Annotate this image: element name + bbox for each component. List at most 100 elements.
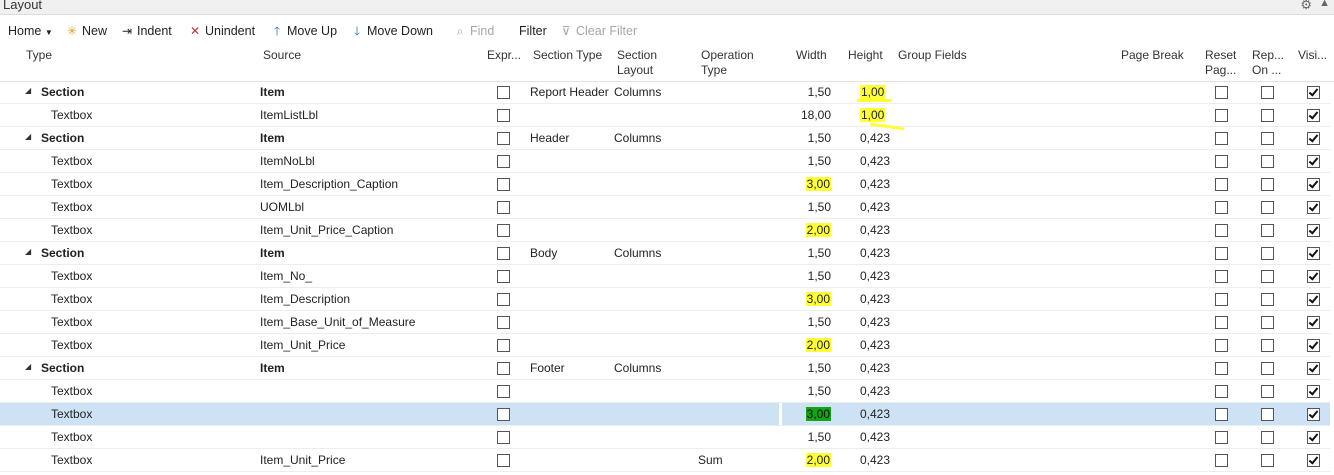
type-cell[interactable]: Textbox <box>51 292 92 307</box>
repeat-checkbox[interactable] <box>1261 155 1274 168</box>
expr-checkbox[interactable] <box>497 155 510 168</box>
reset-page-checkbox[interactable] <box>1215 201 1228 214</box>
height-cell[interactable]: 0,423 <box>860 407 890 422</box>
col-header-group-fields[interactable]: Group Fields <box>898 48 967 63</box>
type-cell[interactable]: Section <box>41 361 84 376</box>
source-cell[interactable]: UOMLbl <box>260 200 304 215</box>
type-cell[interactable]: Section <box>41 246 84 261</box>
height-cell[interactable]: 1,00 <box>860 85 886 100</box>
move-down-button[interactable]: 🡓 Move Down <box>350 22 433 40</box>
reset-page-checkbox[interactable] <box>1215 316 1228 329</box>
source-cell[interactable]: ItemListLbl <box>260 108 318 123</box>
width-cell[interactable]: 1,50 <box>808 430 831 445</box>
section-row[interactable]: ◢ Section Item Body Columns 1,50 0,423 <box>0 242 1330 265</box>
repeat-checkbox[interactable] <box>1261 454 1274 467</box>
expr-checkbox[interactable] <box>497 109 510 122</box>
reset-page-checkbox[interactable] <box>1215 454 1228 467</box>
type-cell[interactable]: Textbox <box>51 338 92 353</box>
width-cell[interactable]: 2,00 <box>805 223 831 238</box>
col-header-visible[interactable]: Visi... <box>1298 48 1327 63</box>
type-cell[interactable]: Textbox <box>51 223 92 238</box>
repeat-checkbox[interactable] <box>1261 316 1274 329</box>
col-header-repeat[interactable]: Rep... On ... <box>1252 48 1284 78</box>
width-cell[interactable]: 3,00 <box>805 407 831 422</box>
section-layout-cell[interactable]: Columns <box>614 131 661 146</box>
repeat-checkbox[interactable] <box>1261 109 1274 122</box>
section-layout-cell[interactable]: Columns <box>614 85 661 100</box>
textbox-row[interactable]: Textbox Item_Description 3,00 0,423 <box>0 288 1330 311</box>
type-cell[interactable]: Textbox <box>51 177 92 192</box>
repeat-checkbox[interactable] <box>1261 132 1274 145</box>
indent-button[interactable]: ⇥ Indent <box>120 22 172 40</box>
type-cell[interactable]: Textbox <box>51 200 92 215</box>
expr-checkbox[interactable] <box>497 247 510 260</box>
new-button[interactable]: ✳ New <box>65 22 107 40</box>
settings-icon[interactable]: ⚙ <box>1300 0 1312 13</box>
reset-page-checkbox[interactable] <box>1215 109 1228 122</box>
width-cell[interactable]: 1,50 <box>808 269 831 284</box>
col-header-page-break[interactable]: Page Break <box>1121 48 1184 63</box>
expr-checkbox[interactable] <box>497 293 510 306</box>
visible-checkbox[interactable] <box>1307 155 1320 168</box>
visible-checkbox[interactable] <box>1307 201 1320 214</box>
expr-checkbox[interactable] <box>497 201 510 214</box>
source-cell[interactable]: Item_Description <box>260 292 350 307</box>
reset-page-checkbox[interactable] <box>1215 247 1228 260</box>
col-header-type[interactable]: Type <box>26 48 52 63</box>
visible-checkbox[interactable] <box>1307 454 1320 467</box>
textbox-row[interactable]: Textbox ItemListLbl 18,00 1,00 <box>0 104 1330 127</box>
visible-checkbox[interactable] <box>1307 316 1320 329</box>
operation-type-cell[interactable]: Sum <box>698 453 723 468</box>
visible-checkbox[interactable] <box>1307 385 1320 398</box>
expr-checkbox[interactable] <box>497 178 510 191</box>
reset-page-checkbox[interactable] <box>1215 178 1228 191</box>
expr-checkbox[interactable] <box>497 431 510 444</box>
section-type-cell[interactable]: Footer <box>530 361 565 376</box>
source-cell[interactable]: Item_Unit_Price <box>260 453 345 468</box>
textbox-row[interactable]: Textbox Item_No_ 1,50 0,423 <box>0 265 1330 288</box>
source-cell[interactable]: ItemNoLbl <box>260 154 315 169</box>
section-row[interactable]: ◢ Section Item Header Columns 1,50 0,423 <box>0 127 1330 150</box>
visible-checkbox[interactable] <box>1307 224 1320 237</box>
type-cell[interactable]: Textbox <box>51 315 92 330</box>
reset-page-checkbox[interactable] <box>1215 86 1228 99</box>
col-header-expr[interactable]: Expr... <box>487 48 521 63</box>
width-cell[interactable]: 3,00 <box>805 292 831 307</box>
reset-page-checkbox[interactable] <box>1215 408 1228 421</box>
reset-page-checkbox[interactable] <box>1215 362 1228 375</box>
source-cell[interactable]: Item <box>260 131 285 146</box>
textbox-row[interactable]: Textbox Item_Base_Unit_of_Measure 1,50 0,42… <box>0 311 1330 334</box>
reset-page-checkbox[interactable] <box>1215 293 1228 306</box>
find-button[interactable]: ⌕ Find <box>453 22 495 40</box>
repeat-checkbox[interactable] <box>1261 201 1274 214</box>
source-cell[interactable]: Item <box>260 246 285 261</box>
home-menu-button[interactable]: Home ▼ <box>8 22 53 40</box>
type-cell[interactable]: Textbox <box>51 154 92 169</box>
unindent-button[interactable]: ✕ Unindent <box>188 22 255 40</box>
reset-page-checkbox[interactable] <box>1215 385 1228 398</box>
type-cell[interactable]: Textbox <box>51 269 92 284</box>
repeat-checkbox[interactable] <box>1261 86 1274 99</box>
textbox-row[interactable]: Textbox 1,50 0,423 <box>0 426 1330 449</box>
visible-checkbox[interactable] <box>1307 293 1320 306</box>
height-cell[interactable]: 0,423 <box>860 269 890 284</box>
height-cell[interactable]: 0,423 <box>860 177 890 192</box>
reset-page-checkbox[interactable] <box>1215 224 1228 237</box>
type-cell[interactable]: Textbox <box>51 384 92 399</box>
reset-page-checkbox[interactable] <box>1215 132 1228 145</box>
expr-checkbox[interactable] <box>497 339 510 352</box>
width-cell[interactable]: 3,00 <box>805 177 831 192</box>
visible-checkbox[interactable] <box>1307 362 1320 375</box>
width-cell[interactable]: 1,50 <box>808 384 831 399</box>
textbox-row[interactable]: Textbox Item_Description_Caption 3,00 0,423 <box>0 173 1330 196</box>
visible-checkbox[interactable] <box>1307 339 1320 352</box>
type-cell[interactable]: Section <box>41 85 84 100</box>
height-cell[interactable]: 0,423 <box>860 131 890 146</box>
textbox-row[interactable]: Textbox Item_Unit_Price_Caption 2,00 0,423 <box>0 219 1330 242</box>
height-cell[interactable]: 0,423 <box>860 453 890 468</box>
collapse-icon[interactable]: ▲ <box>1319 0 1330 9</box>
collapse-triangle-icon[interactable]: ◢ <box>25 247 31 256</box>
visible-checkbox[interactable] <box>1307 86 1320 99</box>
width-cell[interactable]: 1,50 <box>808 246 831 261</box>
visible-checkbox[interactable] <box>1307 270 1320 283</box>
